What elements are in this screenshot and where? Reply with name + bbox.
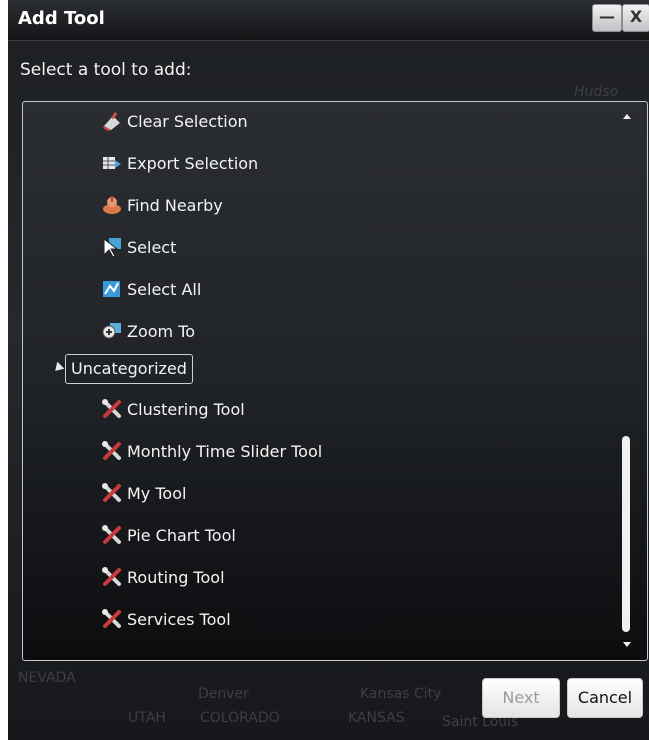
next-button[interactable]: Next (482, 678, 560, 718)
tool-label: Select All (127, 279, 202, 299)
tool-item-clustering[interactable]: Clustering Tool (101, 392, 245, 426)
wrench-tool-icon (101, 566, 123, 588)
select-all-icon (101, 278, 123, 300)
tool-label: Pie Chart Tool (127, 525, 236, 545)
title-bar[interactable]: Add Tool — X (8, 0, 649, 41)
category-uncategorized[interactable]: Uncategorized (65, 354, 193, 384)
wrench-tool-icon (101, 398, 123, 420)
wrench-tool-icon (101, 440, 123, 462)
select-icon (101, 236, 123, 258)
tool-item-find-nearby[interactable]: Find Nearby (101, 188, 223, 222)
map-label: Kansas City (360, 686, 442, 702)
close-icon: X (629, 7, 643, 26)
tool-label: My Tool (127, 483, 187, 503)
tool-item-routing[interactable]: Routing Tool (101, 560, 225, 594)
export-selection-icon (101, 152, 123, 174)
close-button[interactable]: X (622, 4, 649, 32)
tool-label: Clear Selection (127, 111, 248, 131)
tool-label: Zoom To (127, 321, 196, 341)
wrench-tool-icon (101, 524, 123, 546)
dialog-title: Add Tool (18, 8, 105, 29)
tool-item-my-tool[interactable]: My Tool (101, 476, 186, 510)
tool-item-clear-selection[interactable]: Clear Selection (101, 104, 248, 138)
tool-item-select[interactable]: Select (101, 230, 176, 264)
tool-item-zoom-to[interactable]: Zoom To (101, 314, 195, 348)
tool-list[interactable]: Clear Selection Export Selection Find Ne… (22, 101, 648, 661)
cancel-button[interactable]: Cancel (567, 678, 643, 718)
select-tool-prompt: Select a tool to add: (20, 60, 192, 80)
tool-label: Services Tool (127, 609, 231, 629)
tool-label: Routing Tool (127, 567, 225, 587)
wrench-tool-icon (101, 608, 123, 630)
map-label: COLORADO (200, 710, 280, 726)
find-nearby-icon (101, 194, 123, 216)
tool-item-monthly-time-slider[interactable]: Monthly Time Slider Tool (101, 434, 322, 468)
expanded-triangle-icon[interactable] (51, 361, 65, 375)
tool-label: Clustering Tool (127, 399, 245, 419)
clear-selection-icon (101, 110, 123, 132)
map-label: UTAH (128, 710, 166, 726)
scroll-down-arrow-icon[interactable] (623, 642, 631, 647)
tool-label: Find Nearby (127, 195, 223, 215)
tool-item-pie-chart[interactable]: Pie Chart Tool (101, 518, 236, 552)
map-label: KANSAS (348, 710, 405, 726)
zoom-to-icon (101, 320, 123, 342)
wrench-tool-icon (101, 482, 123, 504)
map-label: NEVADA (18, 670, 76, 686)
tool-label: Select (127, 237, 177, 257)
tool-item-services[interactable]: Services Tool (101, 602, 231, 636)
tool-label: Monthly Time Slider Tool (127, 441, 323, 461)
scrollbar-thumb[interactable] (622, 436, 630, 632)
add-tool-dialog: Add Tool — X Select a tool to add: Clear… (8, 0, 649, 740)
map-label: Denver (198, 686, 249, 702)
tool-item-export-selection[interactable]: Export Selection (101, 146, 258, 180)
scroll-up-arrow-icon[interactable] (623, 114, 631, 119)
tool-label: Export Selection (127, 153, 259, 173)
tool-item-select-all[interactable]: Select All (101, 272, 201, 306)
map-label: Hudso (574, 84, 619, 100)
minimize-icon: — (599, 7, 615, 26)
minimize-button[interactable]: — (592, 4, 622, 32)
